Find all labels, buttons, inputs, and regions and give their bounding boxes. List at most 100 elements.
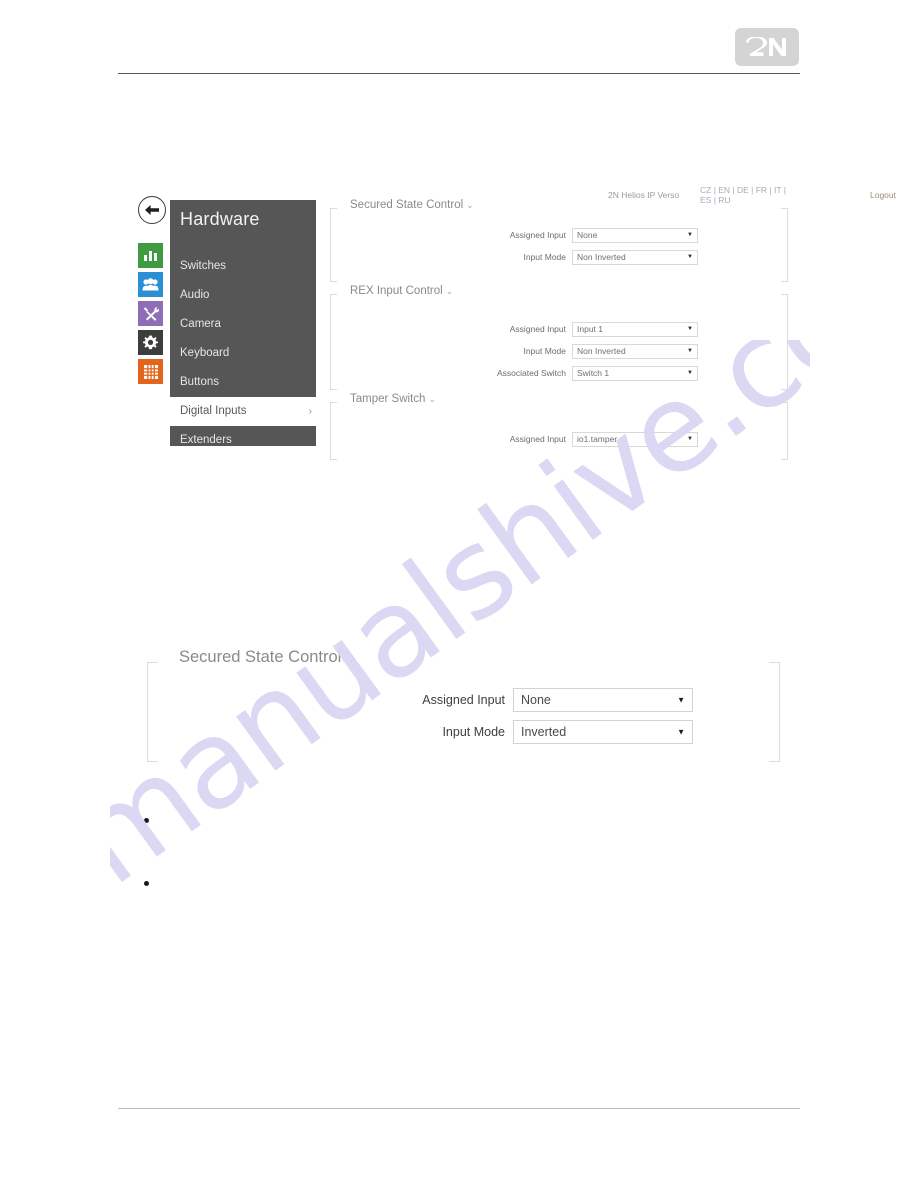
form-row: Input Mode Inverted ▼ xyxy=(365,720,693,744)
header-divider xyxy=(118,73,800,74)
assigned-input-select[interactable]: None ▼ xyxy=(513,688,693,712)
menu-item-label: Digital Inputs xyxy=(180,405,247,417)
menu-item-audio[interactable]: Audio xyxy=(170,281,316,310)
assigned-input-select[interactable]: Input 1 ▼ xyxy=(572,321,698,337)
chevron-down-icon: ▼ xyxy=(687,326,693,332)
chevron-down-icon: ▼ xyxy=(687,254,693,260)
fieldset-bracket-left xyxy=(330,402,337,460)
form-row: Assigned Input None ▼ xyxy=(324,224,788,246)
section-title[interactable]: Tamper Switch ⌄ xyxy=(346,393,440,405)
field-label: Associated Switch xyxy=(497,368,566,378)
select-value: Input 1 xyxy=(577,324,603,334)
form-row: Input Mode Non Inverted ▼ xyxy=(324,246,788,268)
footer-divider xyxy=(118,1108,800,1109)
fieldset-bracket-left xyxy=(330,294,337,390)
assigned-input-select[interactable]: None ▼ xyxy=(572,227,698,243)
select-value: Inverted xyxy=(521,725,567,739)
select-value: Non Inverted xyxy=(577,252,626,262)
field-label: Assigned Input xyxy=(509,434,566,444)
section-title-text: Tamper Switch xyxy=(350,393,426,405)
chevron-down-icon: ⌄ xyxy=(466,200,474,210)
bar-chart-icon xyxy=(144,251,157,261)
fieldset-bracket-left xyxy=(147,662,158,762)
chevron-down-icon: ▼ xyxy=(677,727,685,737)
device-name-label: 2N Helios IP Verso xyxy=(608,190,680,200)
fieldset-bracket-right xyxy=(781,294,788,390)
form-row: Associated Switch Switch 1 ▼ xyxy=(324,362,788,384)
settings-form-column: Secured State Control ⌄ Assigned Input No… xyxy=(324,199,788,460)
field-label: Input Mode xyxy=(523,252,566,262)
section-rex-input-control: REX Input Control ⌄ Assigned Input Input … xyxy=(324,285,788,390)
form-row: Assigned Input None ▼ xyxy=(365,688,693,712)
hardware-menu-panel: Hardware Switches Audio Camera Keyboard … xyxy=(170,200,326,446)
associated-switch-select[interactable]: Switch 1 ▼ xyxy=(572,365,698,381)
list-item-bullet xyxy=(144,818,149,823)
chevron-right-icon: › xyxy=(308,406,312,417)
menu-item-extenders[interactable]: Extenders xyxy=(170,426,316,455)
menu-item-switches[interactable]: Switches xyxy=(170,252,316,281)
back-arrow-icon[interactable] xyxy=(138,196,166,224)
sidebar-item-services[interactable] xyxy=(138,330,163,355)
section-title-text: Secured State Control xyxy=(350,199,464,211)
menu-item-label: Extenders xyxy=(180,434,232,446)
input-mode-select[interactable]: Inverted ▼ xyxy=(513,720,693,744)
chevron-down-icon: ▼ xyxy=(687,370,693,376)
chevron-down-icon: ▼ xyxy=(687,232,693,238)
assigned-input-select[interactable]: io1.tamper ▼ xyxy=(572,431,698,447)
form-row: Assigned Input io1.tamper ▼ xyxy=(324,428,788,450)
brand-logo xyxy=(735,28,799,66)
field-label: Assigned Input xyxy=(422,693,505,707)
language-selector[interactable]: CZ | EN | DE | FR | IT | ES | RU xyxy=(700,185,788,205)
fieldset-bracket-left xyxy=(330,208,337,282)
input-mode-select[interactable]: Non Inverted ▼ xyxy=(572,249,698,265)
chevron-down-icon: ▼ xyxy=(687,436,693,442)
section-title[interactable]: REX Input Control ⌄ xyxy=(346,285,458,297)
tools-icon xyxy=(143,306,159,321)
menu-item-camera[interactable]: Camera xyxy=(170,310,316,339)
sidebar-item-status[interactable] xyxy=(138,243,163,268)
section-title-text: REX Input Control xyxy=(350,285,443,297)
menu-panel-title: Hardware xyxy=(180,209,260,229)
chevron-down-icon: ⌄ xyxy=(428,394,436,404)
select-value: None xyxy=(521,693,551,707)
menu-item-label: Keyboard xyxy=(180,347,230,359)
logout-link[interactable]: Logout xyxy=(870,190,896,200)
fieldset-bracket-right xyxy=(781,208,788,282)
field-label: Input Mode xyxy=(442,725,505,739)
list-item-bullet xyxy=(144,881,149,886)
chevron-down-icon: ⌄ xyxy=(445,286,454,296)
icon-rail xyxy=(138,196,170,388)
brand-logo-glyph xyxy=(746,37,786,56)
select-value: Switch 1 xyxy=(577,368,610,378)
screenshot-upper-web-ui: 2N Helios IP Verso CZ | EN | DE | FR | I… xyxy=(138,185,896,466)
section-title-text: Secured State Control xyxy=(179,648,342,666)
fieldset-bracket-right xyxy=(781,402,788,460)
menu-item-keyboard[interactable]: Keyboard xyxy=(170,339,316,368)
grid-icon xyxy=(143,364,158,379)
form-row: Input Mode Non Inverted ▼ xyxy=(324,340,788,362)
chevron-down-icon: ▼ xyxy=(687,348,693,354)
select-value: io1.tamper xyxy=(577,434,618,444)
screenshot-lower-secured-state-control: Secured State Control ⌄ Assigned Input No… xyxy=(140,648,780,772)
menu-item-digital-inputs[interactable]: Digital Inputs › xyxy=(170,397,326,426)
chevron-down-icon: ▼ xyxy=(677,695,685,705)
menu-item-label: Switches xyxy=(180,260,227,272)
section-tamper-switch: Tamper Switch ⌄ Assigned Input io1.tamper… xyxy=(324,393,788,460)
menu-item-label: Audio xyxy=(180,289,210,301)
section-title[interactable]: Secured State Control ⌄ xyxy=(346,199,478,211)
section-title[interactable]: Secured State Control ⌄ xyxy=(173,648,363,667)
fieldset-bracket-right xyxy=(769,662,780,762)
menu-item-list: Switches Audio Camera Keyboard Buttons D… xyxy=(170,252,326,455)
sidebar-item-system[interactable] xyxy=(138,359,163,384)
menu-item-buttons[interactable]: Buttons xyxy=(170,368,316,397)
form-row: Assigned Input Input 1 ▼ xyxy=(324,318,788,340)
sidebar-item-hardware[interactable] xyxy=(138,301,163,326)
field-label: Input Mode xyxy=(523,346,566,356)
menu-item-label: Camera xyxy=(180,318,221,330)
input-mode-select[interactable]: Non Inverted ▼ xyxy=(572,343,698,359)
select-value: Non Inverted xyxy=(577,346,626,356)
chevron-down-icon: ⌄ xyxy=(346,651,357,665)
users-icon xyxy=(142,278,159,291)
field-label: Assigned Input xyxy=(509,230,566,240)
sidebar-item-directory[interactable] xyxy=(138,272,163,297)
